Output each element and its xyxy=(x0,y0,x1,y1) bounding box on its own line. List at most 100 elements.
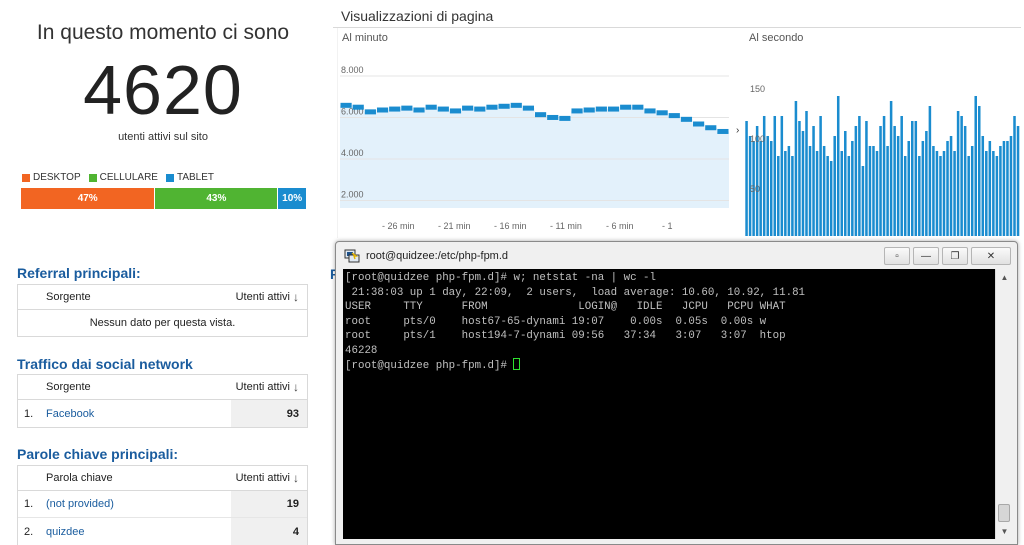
terminal-line: 21:38:03 up 1 day, 22:09, 2 users, load … xyxy=(345,286,806,299)
data-point xyxy=(510,102,522,108)
table-row[interactable]: 1. Facebook 93 xyxy=(18,400,307,427)
bar xyxy=(745,121,748,236)
social-table-header: Sorgente Utenti attivi ↓ xyxy=(18,375,307,400)
table-row[interactable]: 1. (not provided) 19 xyxy=(18,491,307,518)
referral-table: Sorgente Utenti attivi ↓ Nessun dato per… xyxy=(17,284,308,337)
per-second-chart: Al secondo 150 100 50 xyxy=(745,28,1020,238)
data-point xyxy=(340,102,352,108)
legend-desktop-swatch xyxy=(22,173,30,182)
data-point xyxy=(352,104,364,110)
data-point xyxy=(535,112,547,118)
bar xyxy=(784,151,787,236)
bar xyxy=(942,151,946,236)
chart-label: Al minuto xyxy=(342,32,388,44)
keywords-table-header: Parola chiave Utenti attivi ↓ xyxy=(18,466,307,491)
data-point xyxy=(498,103,510,109)
bar xyxy=(956,111,960,236)
terminal-line: root pts/1 host194-7-dynami 09:56 37:34 … xyxy=(345,330,786,342)
device-seg-desktop: 47% xyxy=(21,188,156,209)
keywords-col-keyword[interactable]: Parola chiave xyxy=(42,472,231,484)
x-tick-label: - 21 min xyxy=(438,221,471,231)
data-point xyxy=(693,121,705,127)
data-point xyxy=(389,106,401,112)
device-seg-mobile: 43% xyxy=(155,188,279,209)
bar xyxy=(1006,141,1009,236)
bar xyxy=(1002,141,1006,236)
bar xyxy=(812,126,815,236)
bar xyxy=(981,136,985,236)
row-keyword-link[interactable]: quizdee xyxy=(42,518,231,545)
legend-desktop: DESKTOP xyxy=(22,172,81,183)
bar xyxy=(977,106,981,236)
y-tick-label: 8.000 xyxy=(341,65,364,75)
maximize-button[interactable]: ❐ xyxy=(942,247,968,265)
sort-desc-icon[interactable]: ↓ xyxy=(293,290,299,304)
data-point xyxy=(462,105,474,111)
table-row[interactable]: 2. quizdee 4 xyxy=(18,518,307,545)
bar xyxy=(960,116,963,236)
row-value: 93 xyxy=(231,400,307,427)
terminal-scrollbar[interactable]: ▲ ▼ xyxy=(995,269,1012,539)
terminal-titlebar[interactable]: root@quidzee:/etc/php-fpm.d ▫ — ❐ ✕ xyxy=(336,242,1017,270)
data-point xyxy=(547,114,559,120)
bar xyxy=(995,156,999,236)
x-tick-label: - 6 min xyxy=(606,221,634,231)
bar xyxy=(787,146,791,236)
terminal-window[interactable]: root@quidzee:/etc/php-fpm.d ▫ — ❐ ✕ [roo… xyxy=(335,241,1018,545)
bar xyxy=(819,116,822,236)
device-seg-tablet: 10% xyxy=(278,188,307,209)
bar xyxy=(851,141,854,236)
bar xyxy=(907,141,911,236)
terminal-cursor xyxy=(513,358,521,370)
bar xyxy=(999,146,1002,236)
data-point xyxy=(474,106,486,112)
bar xyxy=(840,151,844,236)
x-tick-label: - 11 min xyxy=(550,221,582,231)
bar xyxy=(879,126,882,236)
data-point xyxy=(571,108,583,114)
social-col-source[interactable]: Sorgente xyxy=(42,381,231,393)
social-col-users[interactable]: Utenti attivi ↓ xyxy=(231,380,307,394)
bar xyxy=(829,161,833,236)
bar xyxy=(974,96,977,236)
sort-desc-icon[interactable]: ↓ xyxy=(293,380,299,394)
keywords-col-users-label: Utenti attivi xyxy=(235,472,290,484)
sort-desc-icon[interactable]: ↓ xyxy=(293,471,299,485)
referral-col-source[interactable]: Sorgente xyxy=(42,291,187,303)
bar xyxy=(886,146,889,236)
bar xyxy=(833,136,836,236)
referral-table-header: Sorgente Utenti attivi ↓ xyxy=(18,285,307,310)
keywords-col-users[interactable]: Utenti attivi ↓ xyxy=(231,471,307,485)
row-source-link[interactable]: Facebook xyxy=(42,400,231,427)
legend-mobile-swatch xyxy=(88,173,97,182)
data-point xyxy=(413,107,425,113)
row-keyword-link[interactable]: (not provided) xyxy=(42,491,231,517)
bar xyxy=(1016,126,1020,236)
row-index: 2. xyxy=(24,525,34,538)
device-share-bar: 47% 43% 10% xyxy=(21,188,307,209)
bar xyxy=(970,146,974,236)
bar xyxy=(865,121,868,236)
putty-icon xyxy=(344,249,360,263)
scrollbar-thumb[interactable] xyxy=(998,504,1010,522)
social-table: Sorgente Utenti attivi ↓ 1. Facebook 93 xyxy=(17,374,308,428)
y-tick-label: 2.000 xyxy=(341,190,364,200)
x-tick-label: - 1 xyxy=(662,221,673,231)
close-button[interactable]: ✕ xyxy=(971,247,1011,265)
social-title: Traffico dai social network xyxy=(17,356,193,372)
row-index: 1. xyxy=(24,498,34,510)
bar xyxy=(780,116,784,236)
bar xyxy=(777,156,780,236)
scroll-down-icon[interactable]: ▼ xyxy=(996,523,1013,539)
terminal-line: root pts/0 host67-65-dynami 19:07 0.00s … xyxy=(345,315,767,328)
legend-desktop-label: DESKTOP xyxy=(33,172,81,183)
bar xyxy=(858,116,861,236)
restore-small-button[interactable]: ▫ xyxy=(884,247,910,265)
referral-col-users[interactable]: Utenti attivi ↓ xyxy=(187,290,307,304)
scroll-up-icon[interactable]: ▲ xyxy=(996,269,1013,285)
area-fill xyxy=(340,105,729,208)
terminal-screen[interactable]: [root@quidzee php-fpm.d]# w; netstat -na… xyxy=(343,269,995,539)
minimize-button[interactable]: — xyxy=(913,247,939,265)
bar xyxy=(914,121,918,236)
per-minute-chart: Al minuto8.0006.0004.0002.000- 26 min - 2… xyxy=(337,28,738,238)
